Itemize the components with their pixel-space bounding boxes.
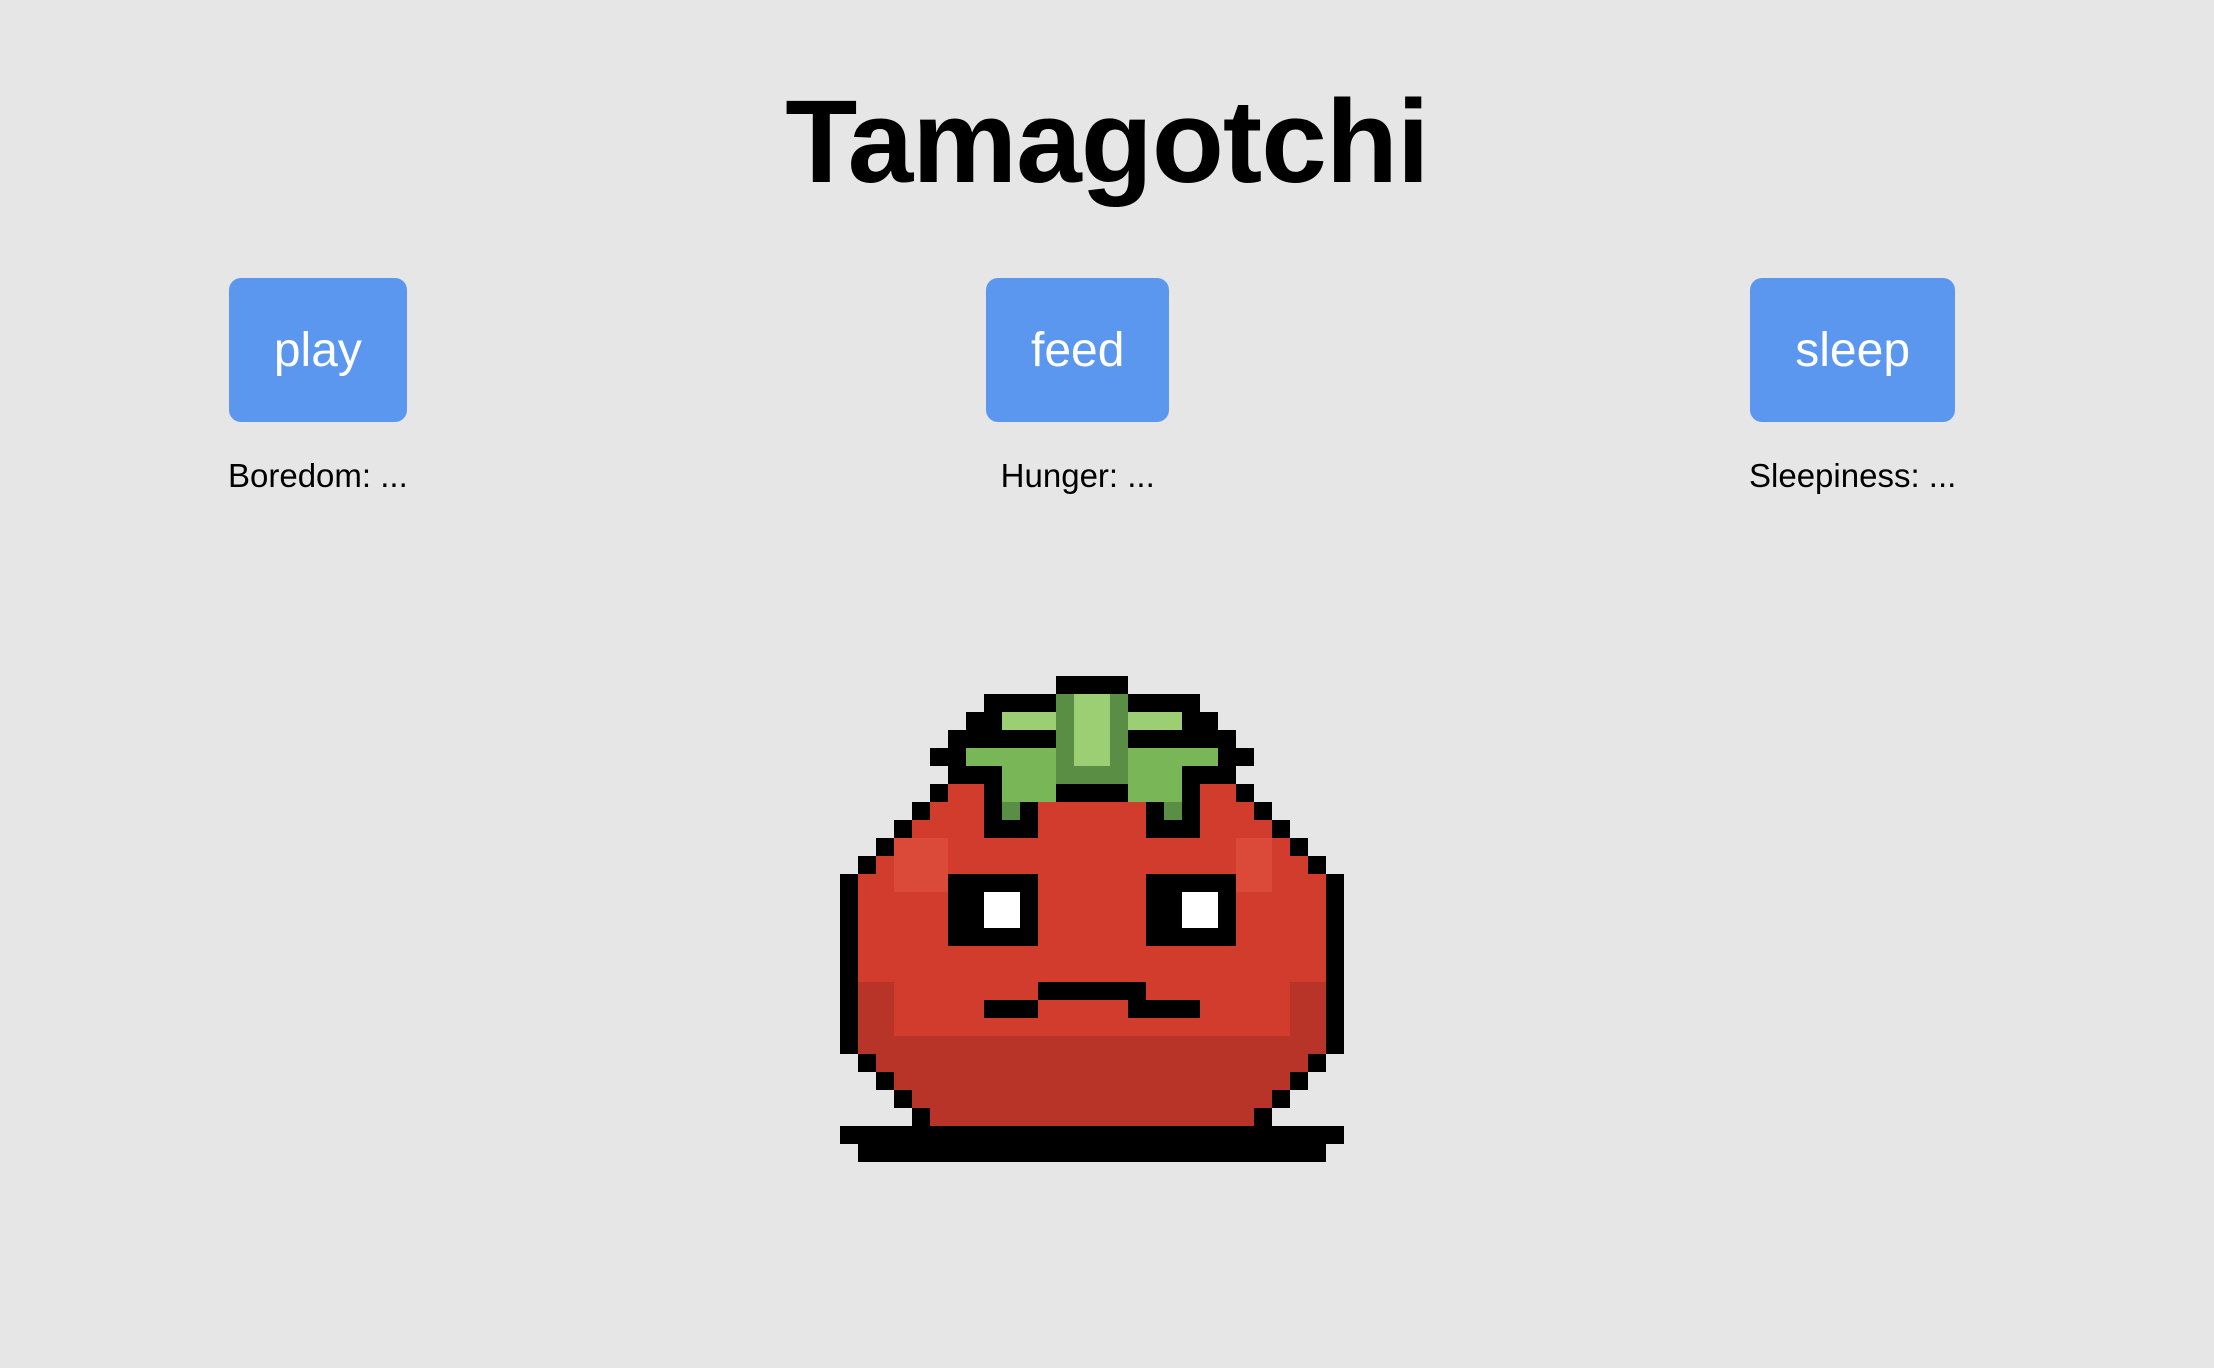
mouth [1128,1000,1146,1018]
body-fill [858,928,1326,946]
body-fill [858,1018,1326,1036]
leaf [1074,694,1110,766]
feed-button[interactable]: feed [986,278,1170,422]
stem-outline [984,694,1056,712]
left-eye-white [984,892,1020,928]
body-fill [858,1036,1326,1054]
mouth [1038,982,1146,1000]
page: Tamagotchi play Boredom: ... feed Hunger… [0,0,2214,1368]
tomato-pet-icon [840,676,1344,1162]
mouth [1020,1000,1038,1018]
leaf [1002,802,1020,820]
leaf [966,748,1056,766]
body-fill [858,1000,1326,1018]
body-fill [894,1072,1290,1090]
sleepiness-stat: Sleepiness: ... [1749,457,1957,494]
body-highlight [894,838,948,892]
boredom-stat: Boredom: ... [228,457,408,494]
leaf [1164,802,1182,820]
body-fill [858,892,1326,910]
leaf [1002,766,1056,802]
stem-outline [1128,694,1200,712]
page-title: Tamagotchi [785,76,1429,208]
stem-outline [1056,676,1128,694]
body-shade [984,1108,1200,1126]
body-fill [876,1054,1308,1072]
feed-action-group: feed Hunger: ... [986,278,1170,496]
leaf [1128,748,1218,766]
hunger-stat: Hunger: ... [1000,457,1155,494]
right-eye-white [1182,892,1218,928]
ground-shadow [858,1126,1326,1162]
play-action-group: play Boredom: ... [228,278,408,496]
body-fill [894,838,1290,856]
pet-sprite[interactable] [840,676,1344,1162]
body-fill [930,802,1254,820]
sleep-button[interactable]: sleep [1750,278,1956,422]
body-highlight [1236,838,1272,892]
body-fill [912,820,1272,838]
body-shade [858,982,894,1054]
body-shade [1290,982,1326,1054]
body-fill [858,964,1326,982]
body-fill [858,946,1326,964]
play-button[interactable]: play [228,278,407,422]
body-fill [858,910,1326,928]
leaf [1002,712,1056,730]
mouth [1146,1000,1200,1018]
sleep-action-group: sleep Sleepiness: ... [1749,278,1956,496]
body-fill [912,1090,1272,1108]
leaf [1128,712,1182,730]
leaf [1128,766,1182,802]
